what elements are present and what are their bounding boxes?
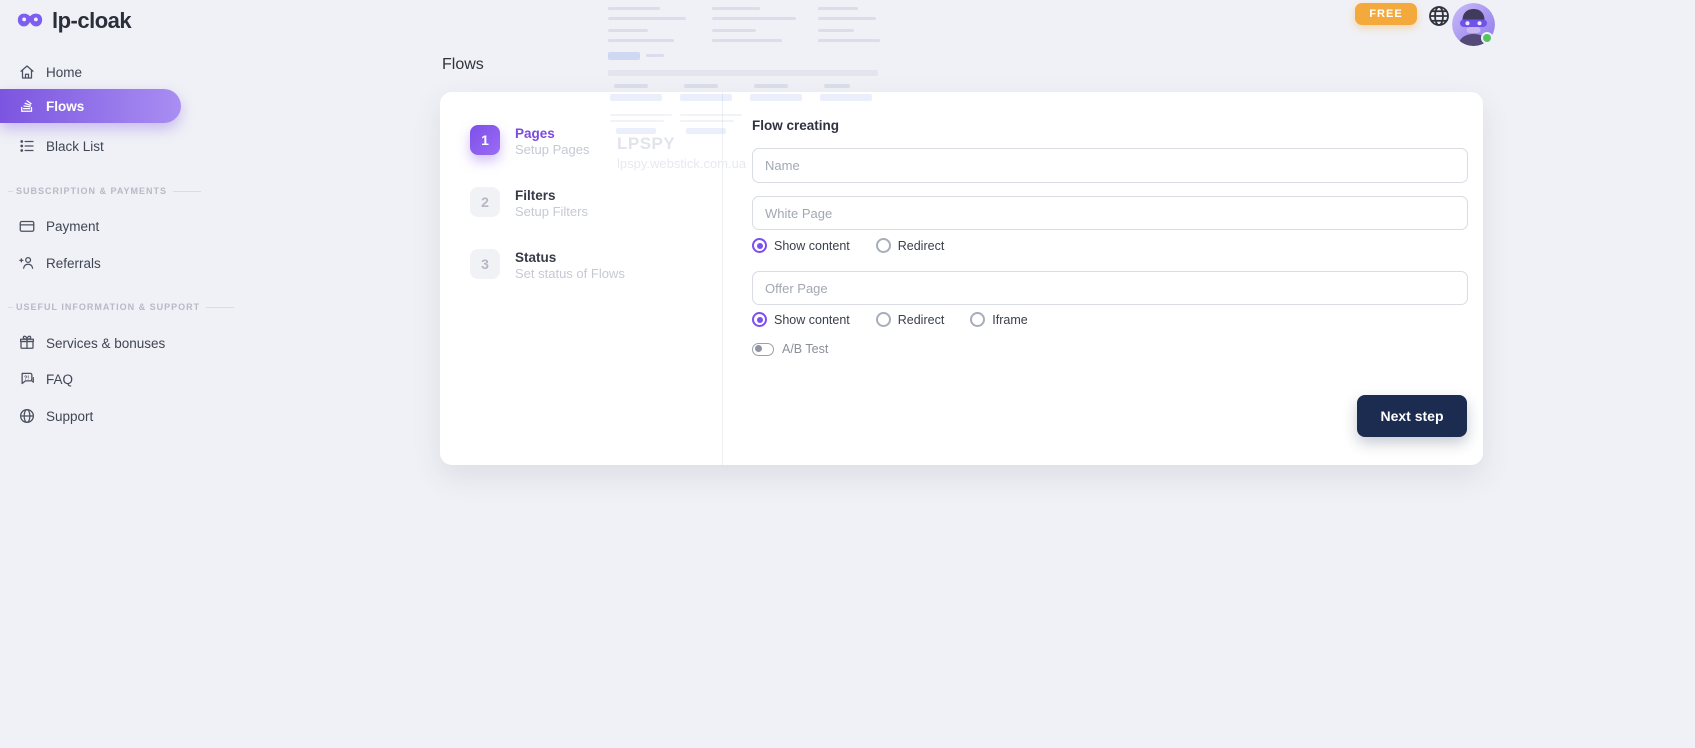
- ab-test-label: A/B Test: [782, 342, 828, 356]
- referral-person-icon: [18, 254, 36, 272]
- radio-offer-iframe[interactable]: Iframe: [970, 312, 1027, 327]
- next-step-button[interactable]: Next step: [1357, 395, 1467, 437]
- sidebar-item-payment[interactable]: Payment: [0, 214, 99, 238]
- white-page-mode-group: Show content Redirect: [752, 238, 944, 253]
- brand-name: lp-cloak: [52, 8, 131, 34]
- radio-selected-icon: [752, 238, 767, 253]
- column-divider: [722, 92, 723, 465]
- radio-offer-redirect[interactable]: Redirect: [876, 312, 945, 327]
- flows-icon: [18, 97, 36, 115]
- plan-badge[interactable]: FREE: [1355, 3, 1417, 25]
- sidebar-item-label: Services & bonuses: [46, 336, 165, 351]
- radio-unselected-icon: [876, 312, 891, 327]
- white-page-input[interactable]: [752, 196, 1468, 230]
- step-2-subtitle: Setup Filters: [515, 204, 588, 219]
- sidebar-item-label: Payment: [46, 219, 99, 234]
- radio-label: Show content: [774, 239, 850, 253]
- language-globe-icon[interactable]: [1427, 4, 1451, 28]
- flow-wizard-card: 1 Pages Setup Pages 2 Filters Setup Filt…: [440, 92, 1483, 465]
- offer-page-input[interactable]: [752, 271, 1468, 305]
- step-number: 3: [481, 256, 489, 272]
- sidebar-item-label: Support: [46, 409, 93, 424]
- radio-selected-icon: [752, 312, 767, 327]
- sidebar-item-label: Referrals: [46, 256, 101, 271]
- online-status-dot: [1481, 32, 1493, 44]
- sidebar-item-faq[interactable]: ?! FAQ: [0, 367, 73, 391]
- sidebar-item-home[interactable]: Home: [0, 60, 82, 84]
- step-1-subtitle: Setup Pages: [515, 142, 589, 157]
- toggle-knob-icon: [755, 345, 762, 352]
- sidebar-section-support: USEFUL INFORMATION & SUPPORT: [8, 302, 234, 312]
- sidebar-section-subscription: SUBSCRIPTION & PAYMENTS: [8, 186, 201, 196]
- page-title: Flows: [442, 56, 484, 74]
- radio-label: Show content: [774, 313, 850, 327]
- radio-white-show-content[interactable]: Show content: [752, 238, 850, 253]
- home-icon: [18, 63, 36, 81]
- ab-test-toggle-row: A/B Test: [752, 342, 828, 356]
- radio-unselected-icon: [876, 238, 891, 253]
- step-number: 2: [481, 194, 489, 210]
- radio-label: Iframe: [992, 313, 1027, 327]
- radio-white-redirect[interactable]: Redirect: [876, 238, 945, 253]
- step-1-title: Pages: [515, 126, 555, 141]
- sidebar-item-services-bonuses[interactable]: Services & bonuses: [0, 331, 165, 355]
- step-3-subtitle: Set status of Flows: [515, 266, 625, 281]
- sidebar-item-black-list[interactable]: Black List: [0, 134, 104, 158]
- sidebar-item-label: Flows: [46, 99, 84, 114]
- step-1-badge[interactable]: 1: [470, 125, 500, 155]
- radio-label: Redirect: [898, 239, 945, 253]
- credit-card-icon: [18, 217, 36, 235]
- radio-unselected-icon: [970, 312, 985, 327]
- offer-page-mode-group: Show content Redirect Iframe: [752, 312, 1028, 327]
- flow-name-input[interactable]: [752, 148, 1468, 183]
- sidebar-item-support[interactable]: Support: [0, 404, 93, 428]
- radio-label: Redirect: [898, 313, 945, 327]
- app-screen: lp-cloak Home Flows Black List SUBSCRIPT…: [0, 0, 1695, 748]
- step-3-title: Status: [515, 250, 556, 265]
- sidebar-item-label: FAQ: [46, 372, 73, 387]
- sidebar-item-label: Black List: [46, 139, 104, 154]
- step-number: 1: [481, 132, 489, 148]
- step-3-badge[interactable]: 3: [470, 249, 500, 279]
- globe-icon: [18, 407, 36, 425]
- radio-offer-show-content[interactable]: Show content: [752, 312, 850, 327]
- brand-logo: lp-cloak: [16, 8, 131, 34]
- ab-test-toggle[interactable]: [752, 343, 774, 356]
- step-2-badge[interactable]: 2: [470, 187, 500, 217]
- sidebar-item-label: Home: [46, 65, 82, 80]
- faq-bubble-icon: ?!: [18, 370, 36, 388]
- step-2-title: Filters: [515, 188, 556, 203]
- list-icon: [18, 137, 36, 155]
- svg-text:?!: ?!: [24, 375, 29, 381]
- gift-icon: [18, 334, 36, 352]
- sidebar-item-referrals[interactable]: Referrals: [0, 251, 101, 275]
- form-title: Flow creating: [752, 118, 839, 133]
- mask-icon: [16, 10, 44, 33]
- sidebar-item-flows[interactable]: Flows: [0, 89, 181, 123]
